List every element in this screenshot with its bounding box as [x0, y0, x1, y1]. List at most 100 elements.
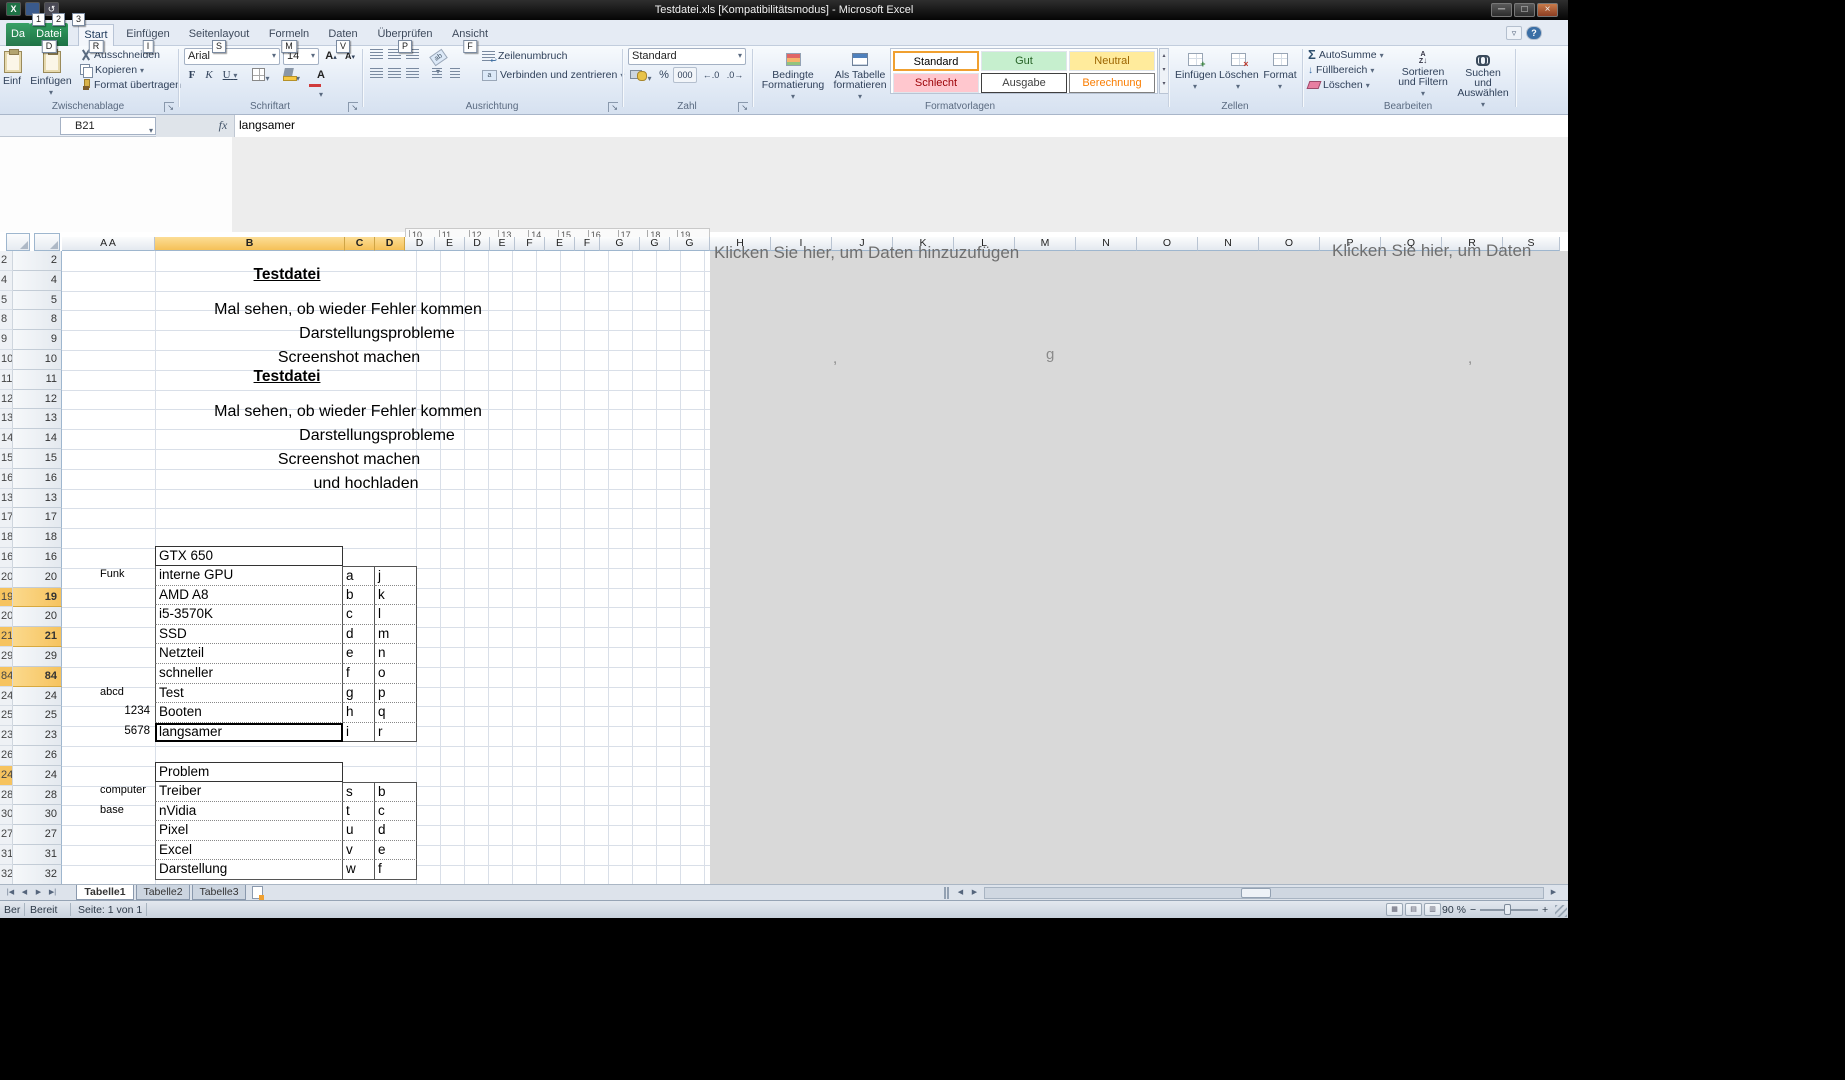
- last-sheet-icon[interactable]: ▶|: [46, 886, 59, 899]
- column-header-D[interactable]: D: [465, 237, 490, 251]
- align-center-button[interactable]: [386, 67, 403, 83]
- row-header-25[interactable]: 25: [13, 706, 62, 727]
- table2-cell-c2[interactable]: f: [375, 860, 417, 880]
- format-cells-button[interactable]: Format ▾: [1260, 48, 1300, 94]
- cell-style-ausgabe[interactable]: Ausgabe: [981, 73, 1067, 93]
- number-format-combo[interactable]: Standard ▾: [628, 48, 746, 65]
- row-header-24[interactable]: 24: [13, 765, 62, 786]
- table1-cell-label[interactable]: AMD A8: [155, 585, 343, 606]
- cell-style-berechnung[interactable]: Berechnung: [1069, 73, 1155, 93]
- row-header-18[interactable]: 18: [13, 528, 62, 548]
- insert-cells-button[interactable]: + Einfügen ▾: [1174, 48, 1216, 94]
- table1-cell-c2[interactable]: o: [375, 664, 417, 684]
- table1-cell-label[interactable]: Netzteil: [155, 644, 343, 664]
- column-header-AA[interactable]: A A: [62, 237, 155, 251]
- table1-cell-label[interactable]: Booten: [155, 703, 343, 723]
- column-header-E[interactable]: E: [435, 237, 465, 251]
- table1-cell-c1[interactable]: e: [343, 644, 375, 664]
- column-header-F[interactable]: F: [575, 237, 600, 251]
- table1-cell-label[interactable]: interne GPU: [155, 566, 343, 586]
- table1-cell-label[interactable]: langsamer: [155, 722, 343, 743]
- cell-style-neutral[interactable]: Neutral: [1069, 51, 1155, 71]
- column-header-M[interactable]: M: [1015, 237, 1076, 251]
- row-header-20[interactable]: 20: [13, 607, 62, 628]
- wrap-text-button[interactable]: Zeilenumbruch: [482, 49, 567, 65]
- format-as-table-button[interactable]: Als Tabelle formatieren ▾: [832, 48, 888, 101]
- row-header-9[interactable]: 9: [13, 330, 62, 350]
- increase-indent-button[interactable]: [446, 67, 463, 83]
- table1-cell-c2[interactable]: k: [375, 585, 417, 606]
- dialog-launcher-icon[interactable]: ↘: [348, 102, 358, 112]
- row-header-26[interactable]: 26: [13, 746, 62, 766]
- borders-button[interactable]: ▾: [248, 67, 274, 83]
- insert-function-button[interactable]: fx: [212, 117, 234, 135]
- zoom-slider-thumb[interactable]: [1504, 904, 1511, 915]
- help-icon[interactable]: ?: [1526, 26, 1542, 40]
- fill-button[interactable]: ↓ Füllbereich ▾: [1308, 63, 1374, 77]
- table1-cell-label[interactable]: i5-3570K: [155, 605, 343, 625]
- column-header-C[interactable]: C: [345, 237, 375, 251]
- select-all-corner[interactable]: [6, 233, 30, 251]
- align-right-button[interactable]: [404, 67, 421, 83]
- column-header-D[interactable]: D: [375, 237, 405, 251]
- table1-cell-c1[interactable]: a: [343, 566, 375, 586]
- table1-cell-c1[interactable]: g: [343, 683, 375, 704]
- merge-center-button[interactable]: a Verbinden und zentrieren ▾: [482, 68, 624, 82]
- ribbon-tab-start[interactable]: Start R: [78, 24, 114, 53]
- table1-cell-c2[interactable]: l: [375, 605, 417, 625]
- underline-button[interactable]: U ▾: [218, 67, 242, 83]
- zoom-in-button[interactable]: +: [1542, 903, 1548, 917]
- orientation-button[interactable]: ab▾: [428, 48, 448, 76]
- normal-view-icon[interactable]: ▦: [1386, 903, 1403, 916]
- find-select-button[interactable]: Suchen und Auswählen ▾: [1454, 48, 1512, 109]
- cell-style-schlecht[interactable]: Schlecht: [893, 73, 979, 93]
- table2-cell-c2[interactable]: c: [375, 801, 417, 822]
- table2-cell-label[interactable]: nVidia: [155, 801, 343, 822]
- sort-filter-button[interactable]: A Z↓ Sortieren und Filtern ▾: [1394, 48, 1452, 98]
- column-header-N[interactable]: N: [1198, 237, 1259, 251]
- ribbon-tab-daten[interactable]: Daten V: [322, 24, 364, 53]
- table1-cell-c1[interactable]: f: [343, 664, 375, 684]
- table1-cell-c1[interactable]: i: [343, 722, 375, 743]
- clear-button[interactable]: Löschen ▾: [1306, 78, 1370, 92]
- column-header-G[interactable]: G: [640, 237, 670, 251]
- row-header-21[interactable]: 21: [13, 627, 62, 647]
- row-header-10[interactable]: 10: [13, 350, 62, 370]
- delete-cells-button[interactable]: × Löschen ▾: [1218, 48, 1259, 94]
- row-header-8[interactable]: 8: [13, 310, 62, 331]
- sheet-tab-tabelle3[interactable]: Tabelle3: [192, 885, 246, 900]
- table1-cell-c1[interactable]: b: [343, 585, 375, 606]
- dialog-launcher-icon[interactable]: ↘: [608, 102, 618, 112]
- row-header-5[interactable]: 5: [13, 290, 62, 311]
- row-header-14[interactable]: 14: [13, 429, 62, 449]
- prev-sheet-icon[interactable]: ◀: [18, 886, 31, 899]
- page-layout-view-icon[interactable]: ▤: [1405, 903, 1422, 916]
- table2-cell-c1[interactable]: w: [343, 860, 375, 880]
- copy-button[interactable]: Kopieren ▾: [80, 63, 144, 78]
- row-header-29[interactable]: 29: [13, 647, 62, 667]
- format-painter-button[interactable]: Format übertragen: [80, 78, 181, 92]
- autosum-button[interactable]: Σ AutoSumme ▾: [1308, 48, 1384, 62]
- table1-cell-c1[interactable]: c: [343, 605, 375, 625]
- scroll-far-right-icon[interactable]: ▶: [1547, 886, 1560, 899]
- column-header-F[interactable]: F: [515, 237, 545, 251]
- table1-cell-label[interactable]: Test: [155, 683, 343, 704]
- row-header-12[interactable]: 12: [13, 389, 62, 410]
- minimize-ribbon-icon[interactable]: ▿: [1506, 26, 1522, 40]
- maximize-button[interactable]: □: [1514, 3, 1535, 17]
- decrease-decimal-button[interactable]: .0→: [724, 67, 746, 83]
- table1-cell-c2[interactable]: j: [375, 566, 417, 586]
- align-left-button[interactable]: [368, 67, 385, 83]
- table1-cell-c2[interactable]: m: [375, 624, 417, 645]
- insert-worksheet-icon[interactable]: [252, 886, 264, 900]
- row-header-28[interactable]: 28: [13, 785, 62, 806]
- horizontal-scrollbar-thumb[interactable]: [1241, 888, 1271, 898]
- italic-button[interactable]: K: [201, 67, 217, 83]
- table1-cell-c2[interactable]: q: [375, 703, 417, 723]
- table2-cell-c2[interactable]: b: [375, 782, 417, 802]
- cell-style-standard[interactable]: Standard: [893, 51, 979, 71]
- tab-split-handle[interactable]: [944, 887, 949, 899]
- align-top-button[interactable]: [368, 48, 385, 64]
- row-header-15[interactable]: 15: [13, 449, 62, 469]
- ribbon-tab-überprüfen[interactable]: Überprüfen P: [372, 24, 438, 53]
